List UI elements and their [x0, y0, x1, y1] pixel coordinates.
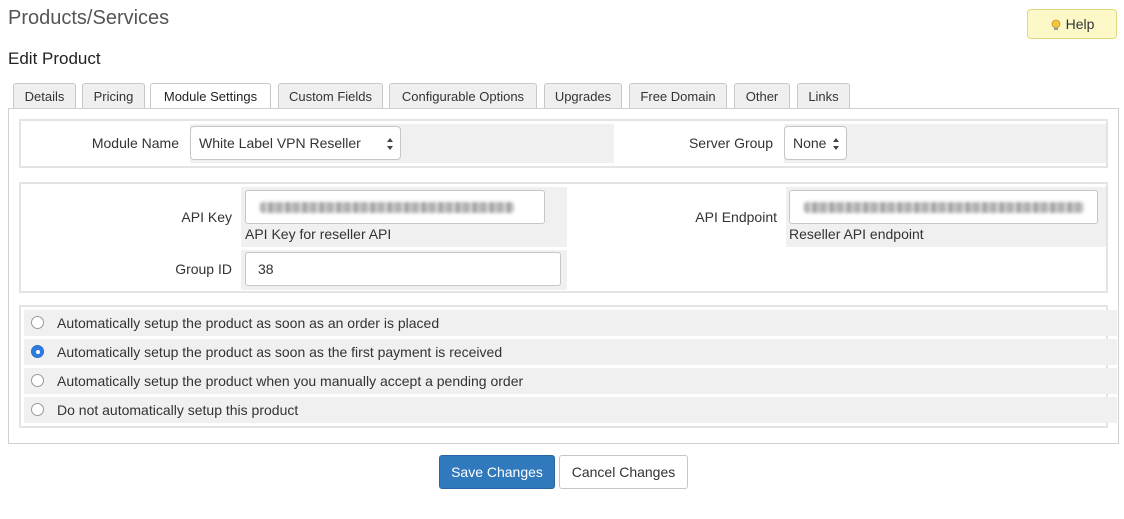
api-key-value-redacted [260, 202, 514, 213]
api-key-help-text: API Key for reseller API [245, 226, 392, 242]
server-group-label: Server Group [688, 135, 773, 151]
api-endpoint-value-redacted [804, 202, 1084, 213]
tab-links[interactable]: Links [797, 83, 850, 108]
tab-other[interactable]: Other [734, 83, 790, 108]
setup-option-on-order[interactable]: Automatically setup the product as soon … [24, 310, 1117, 336]
api-endpoint-help-text: Reseller API endpoint [789, 226, 924, 242]
radio-on-accept[interactable] [31, 374, 44, 387]
module-name-label: Module Name [91, 135, 179, 151]
api-key-label: API Key [181, 209, 232, 225]
module-name-select[interactable]: White Label VPN Reseller [190, 126, 401, 160]
save-changes-button[interactable]: Save Changes [439, 455, 555, 489]
setup-option-label: Automatically setup the product as soon … [57, 344, 503, 360]
group-id-input[interactable]: 38 [245, 252, 561, 286]
tab-custom-fields[interactable]: Custom Fields [278, 83, 383, 108]
setup-option-label: Automatically setup the product as soon … [57, 315, 440, 331]
server-group-select[interactable]: None [784, 126, 847, 160]
radio-manual[interactable] [31, 403, 44, 416]
setup-option-on-payment[interactable]: Automatically setup the product as soon … [24, 339, 1117, 365]
select-arrows-icon [832, 136, 840, 152]
radio-on-payment[interactable] [31, 345, 44, 358]
setup-options-box: Automatically setup the product as soon … [19, 305, 1117, 428]
tab-upgrades[interactable]: Upgrades [544, 83, 622, 108]
tab-free-domain[interactable]: Free Domain [629, 83, 727, 108]
setup-option-manual[interactable]: Do not automatically setup this product [24, 397, 1117, 423]
help-label: Help [1065, 16, 1095, 32]
api-endpoint-label: API Endpoint [695, 209, 777, 225]
api-key-input[interactable] [245, 190, 545, 224]
server-group-value: None [793, 135, 827, 151]
tab-details[interactable]: Details [13, 83, 76, 108]
setup-option-on-accept[interactable]: Automatically setup the product when you… [24, 368, 1117, 394]
radio-on-order[interactable] [31, 316, 44, 329]
setup-option-label: Do not automatically setup this product [57, 402, 299, 418]
setup-option-label: Automatically setup the product when you… [57, 373, 524, 389]
tab-configurable-options[interactable]: Configurable Options [389, 83, 537, 108]
tab-pricing[interactable]: Pricing [82, 83, 145, 108]
cancel-changes-button[interactable]: Cancel Changes [559, 455, 688, 489]
tab-content-panel: Module Name White Label VPN Reseller Ser… [8, 108, 1119, 444]
group-id-value: 38 [258, 261, 274, 277]
module-box: Module Name White Label VPN Reseller Ser… [19, 119, 1108, 168]
api-endpoint-input[interactable] [789, 190, 1098, 224]
module-name-value: White Label VPN Reseller [199, 135, 361, 151]
tab-module-settings[interactable]: Module Settings [150, 83, 271, 109]
help-button[interactable]: Help [1027, 9, 1117, 39]
group-id-label: Group ID [175, 261, 232, 277]
edit-product-heading: Edit Product [8, 49, 101, 68]
page-title: Products/Services [8, 7, 170, 29]
select-arrows-icon [386, 136, 394, 152]
lightbulb-icon [1050, 18, 1062, 30]
module-config-box: API Key API Key for reseller API API End… [19, 182, 1108, 293]
